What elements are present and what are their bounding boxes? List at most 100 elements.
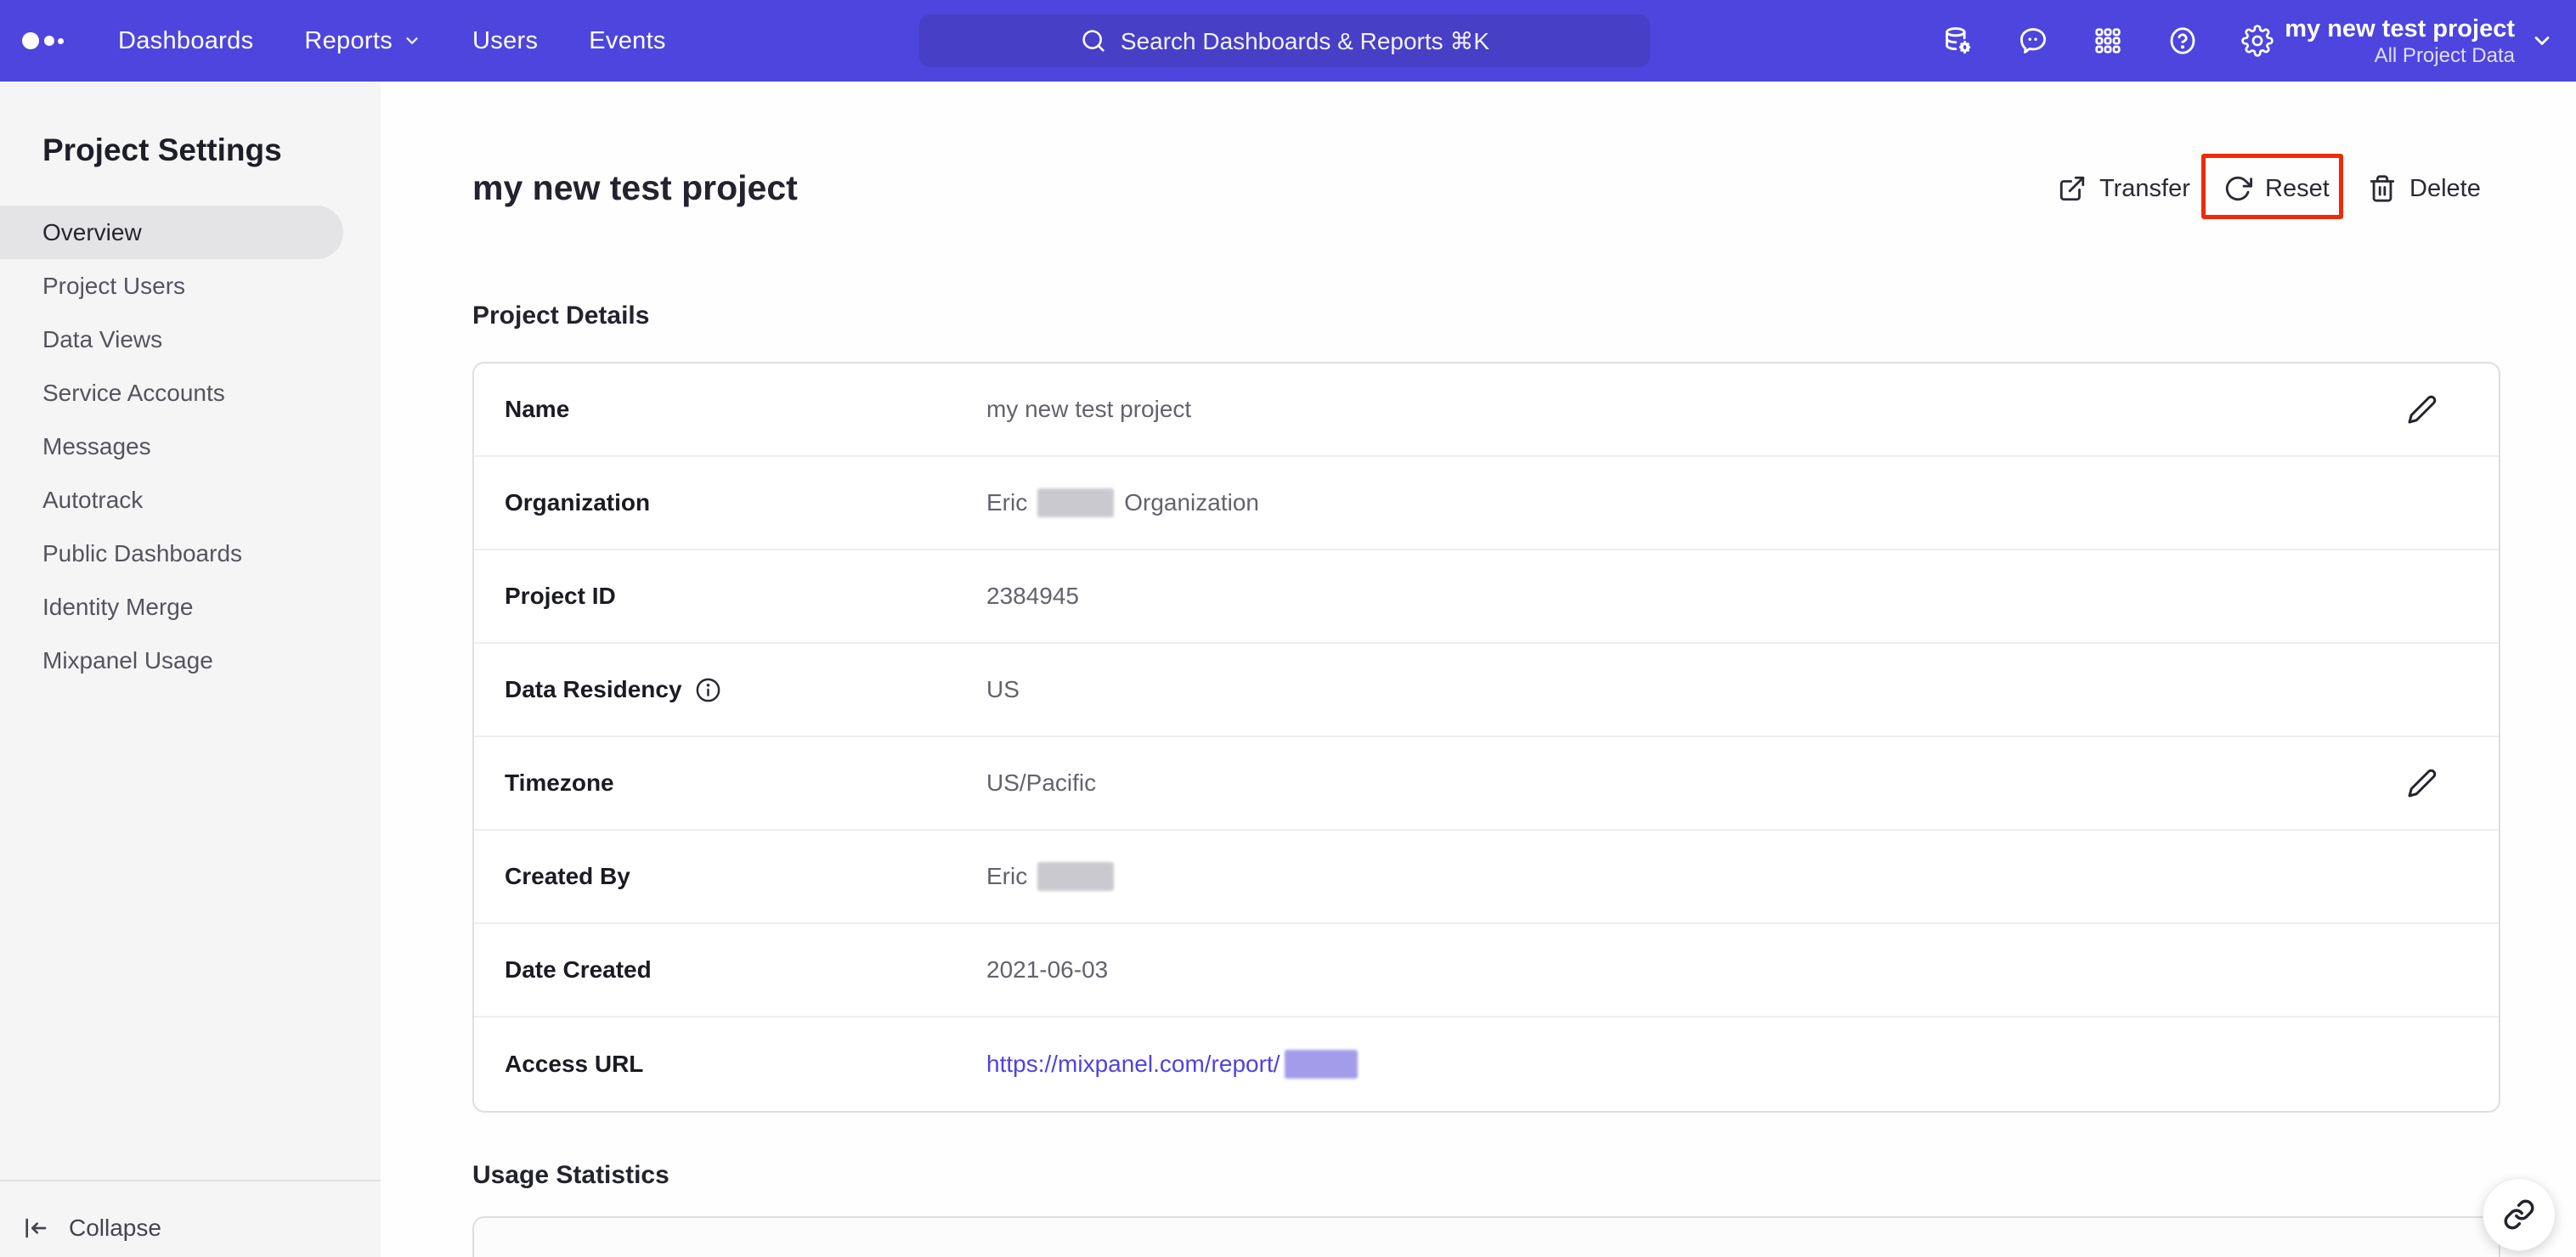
- row-value: 2384945: [986, 583, 1080, 609]
- project-selector-text: my new test project All Project Data: [2285, 14, 2515, 68]
- sidebar-item-data-views[interactable]: Data Views: [0, 313, 381, 366]
- nav-events[interactable]: Events: [589, 27, 665, 55]
- row-value-suffix: Organization: [1124, 489, 1259, 516]
- row-value: US: [986, 676, 1020, 702]
- sidebar-item-overview[interactable]: Overview: [0, 206, 343, 259]
- settings-icon[interactable]: [2240, 24, 2274, 58]
- row-data-residency: Data Residency US: [474, 644, 2499, 737]
- row-label: Date Created: [505, 956, 652, 983]
- row-organization: Organization Eric Organization: [474, 457, 2499, 550]
- info-icon[interactable]: [694, 676, 722, 704]
- sidebar-item-label: Mixpanel Usage: [42, 646, 213, 674]
- usage-statistics-card: [472, 1216, 2500, 1257]
- pencil-icon: [2408, 395, 2437, 424]
- row-access-url: Access URL https://mixpanel.com/report/: [474, 1017, 2499, 1111]
- sidebar-item-service-accounts[interactable]: Service Accounts: [0, 366, 381, 420]
- reset-button[interactable]: Reset: [2223, 166, 2330, 211]
- pencil-icon: [2408, 769, 2437, 798]
- sidebar-divider: [0, 1180, 381, 1181]
- sidebar-item-label: Identity Merge: [42, 593, 194, 620]
- sidebar-item-label: Overview: [42, 218, 142, 245]
- access-url-link[interactable]: https://mixpanel.com/report/: [986, 1051, 1280, 1078]
- refresh-icon: [2225, 176, 2252, 201]
- sidebar-item-public-dashboards[interactable]: Public Dashboards: [0, 527, 381, 580]
- nav-reports-label: Reports: [304, 26, 393, 54]
- help-icon[interactable]: [2166, 24, 2200, 58]
- redacted-text: [1285, 1050, 1359, 1079]
- logo-dot-small: [58, 38, 64, 44]
- data-management-icon[interactable]: [1941, 24, 1975, 58]
- project-selector-scope: All Project Data: [2374, 44, 2515, 67]
- redacted-text: [1037, 488, 1115, 517]
- sidebar-item-label: Service Accounts: [42, 379, 225, 406]
- row-value: 2021-06-03: [986, 956, 1109, 983]
- trash-icon: [2370, 175, 2395, 202]
- row-created-by: Created By Eric: [474, 831, 2499, 924]
- sidebar-item-label: Public Dashboards: [42, 539, 243, 566]
- sidebar-title: Project Settings: [42, 132, 282, 167]
- row-label: Organization: [505, 489, 651, 516]
- nav-dashboards-label: Dashboards: [118, 26, 254, 54]
- top-navigation-bar: Dashboards Reports Users Events Search D…: [0, 0, 2576, 82]
- sidebar-item-autotrack[interactable]: Autotrack: [0, 473, 381, 527]
- row-label: Created By: [505, 863, 630, 889]
- row-name: Name my new test project: [474, 364, 2499, 457]
- row-label: Data Residency: [505, 676, 682, 702]
- row-date-created: Date Created 2021-06-03: [474, 924, 2499, 1017]
- sidebar-item-identity-merge[interactable]: Identity Merge: [0, 580, 381, 634]
- share-link-button[interactable]: [2483, 1178, 2556, 1251]
- nav-users[interactable]: Users: [472, 27, 538, 55]
- nav-users-label: Users: [472, 26, 539, 54]
- collapse-sidebar-button[interactable]: Collapse: [21, 1209, 161, 1247]
- sidebar-item-label: Autotrack: [42, 486, 144, 513]
- sidebar-item-project-users[interactable]: Project Users: [0, 259, 381, 313]
- row-label: Name: [505, 396, 570, 422]
- row-value: US/Pacific: [986, 769, 1097, 796]
- nav-reports[interactable]: Reports: [304, 27, 421, 55]
- usage-statistics-heading: Usage Statistics: [472, 1161, 669, 1189]
- edit-timezone-button[interactable]: [2405, 766, 2439, 800]
- sidebar-item-messages[interactable]: Messages: [0, 420, 381, 473]
- transfer-button[interactable]: Transfer: [2058, 166, 2190, 211]
- sidebar-item-label: Messages: [42, 432, 151, 459]
- transfer-label: Transfer: [2099, 174, 2190, 202]
- search-input[interactable]: Search Dashboards & Reports ⌘K: [919, 14, 1650, 67]
- settings-sidebar: Project Settings Overview Project Users …: [0, 82, 381, 1257]
- redacted-text: [1037, 862, 1115, 891]
- nav-dashboards[interactable]: Dashboards: [118, 27, 253, 55]
- project-settings-page: Dashboards Reports Users Events Search D…: [0, 0, 2576, 1257]
- row-value-prefix: Eric: [986, 863, 1028, 889]
- project-selector[interactable]: my new test project All Project Data: [2285, 0, 2554, 82]
- search-placeholder: Search Dashboards & Reports ⌘K: [1120, 27, 1490, 54]
- logo-dot-large: [22, 32, 39, 49]
- row-value: my new test project: [986, 396, 1192, 422]
- row-value-prefix: Eric: [986, 489, 1028, 516]
- row-project-id: Project ID 2384945: [474, 550, 2499, 644]
- edit-name-button[interactable]: [2405, 392, 2439, 426]
- apps-grid-icon[interactable]: [2091, 24, 2125, 58]
- chevron-down-icon: [406, 37, 418, 44]
- delete-button[interactable]: Delete: [2368, 166, 2481, 211]
- feedback-icon[interactable]: [2016, 24, 2050, 58]
- chevron-down-icon: [2534, 37, 2550, 45]
- project-selector-name: my new test project: [2285, 15, 2515, 42]
- topbar-icon-group: [1941, 0, 2274, 82]
- row-label: Timezone: [505, 769, 614, 796]
- mixpanel-dots-logo[interactable]: [20, 0, 105, 82]
- nav-events-label: Events: [589, 26, 666, 54]
- sidebar-item-mixpanel-usage[interactable]: Mixpanel Usage: [0, 634, 381, 687]
- search-icon: [1082, 30, 1104, 52]
- collapse-icon: [25, 1218, 47, 1238]
- external-link-icon: [2059, 176, 2085, 201]
- row-timezone: Timezone US/Pacific: [474, 737, 2499, 831]
- delete-label: Delete: [2409, 174, 2481, 202]
- collapse-label: Collapse: [69, 1215, 161, 1241]
- reset-label: Reset: [2265, 174, 2330, 202]
- sidebar-item-label: Data Views: [42, 325, 163, 352]
- primary-nav: Dashboards Reports Users Events: [118, 0, 666, 82]
- logo-dot-medium: [44, 36, 54, 46]
- row-label: Project ID: [505, 583, 616, 609]
- sidebar-item-label: Project Users: [42, 272, 186, 299]
- project-details-heading: Project Details: [472, 302, 650, 330]
- sidebar-nav: Overview Project Users Data Views Servic…: [0, 206, 381, 687]
